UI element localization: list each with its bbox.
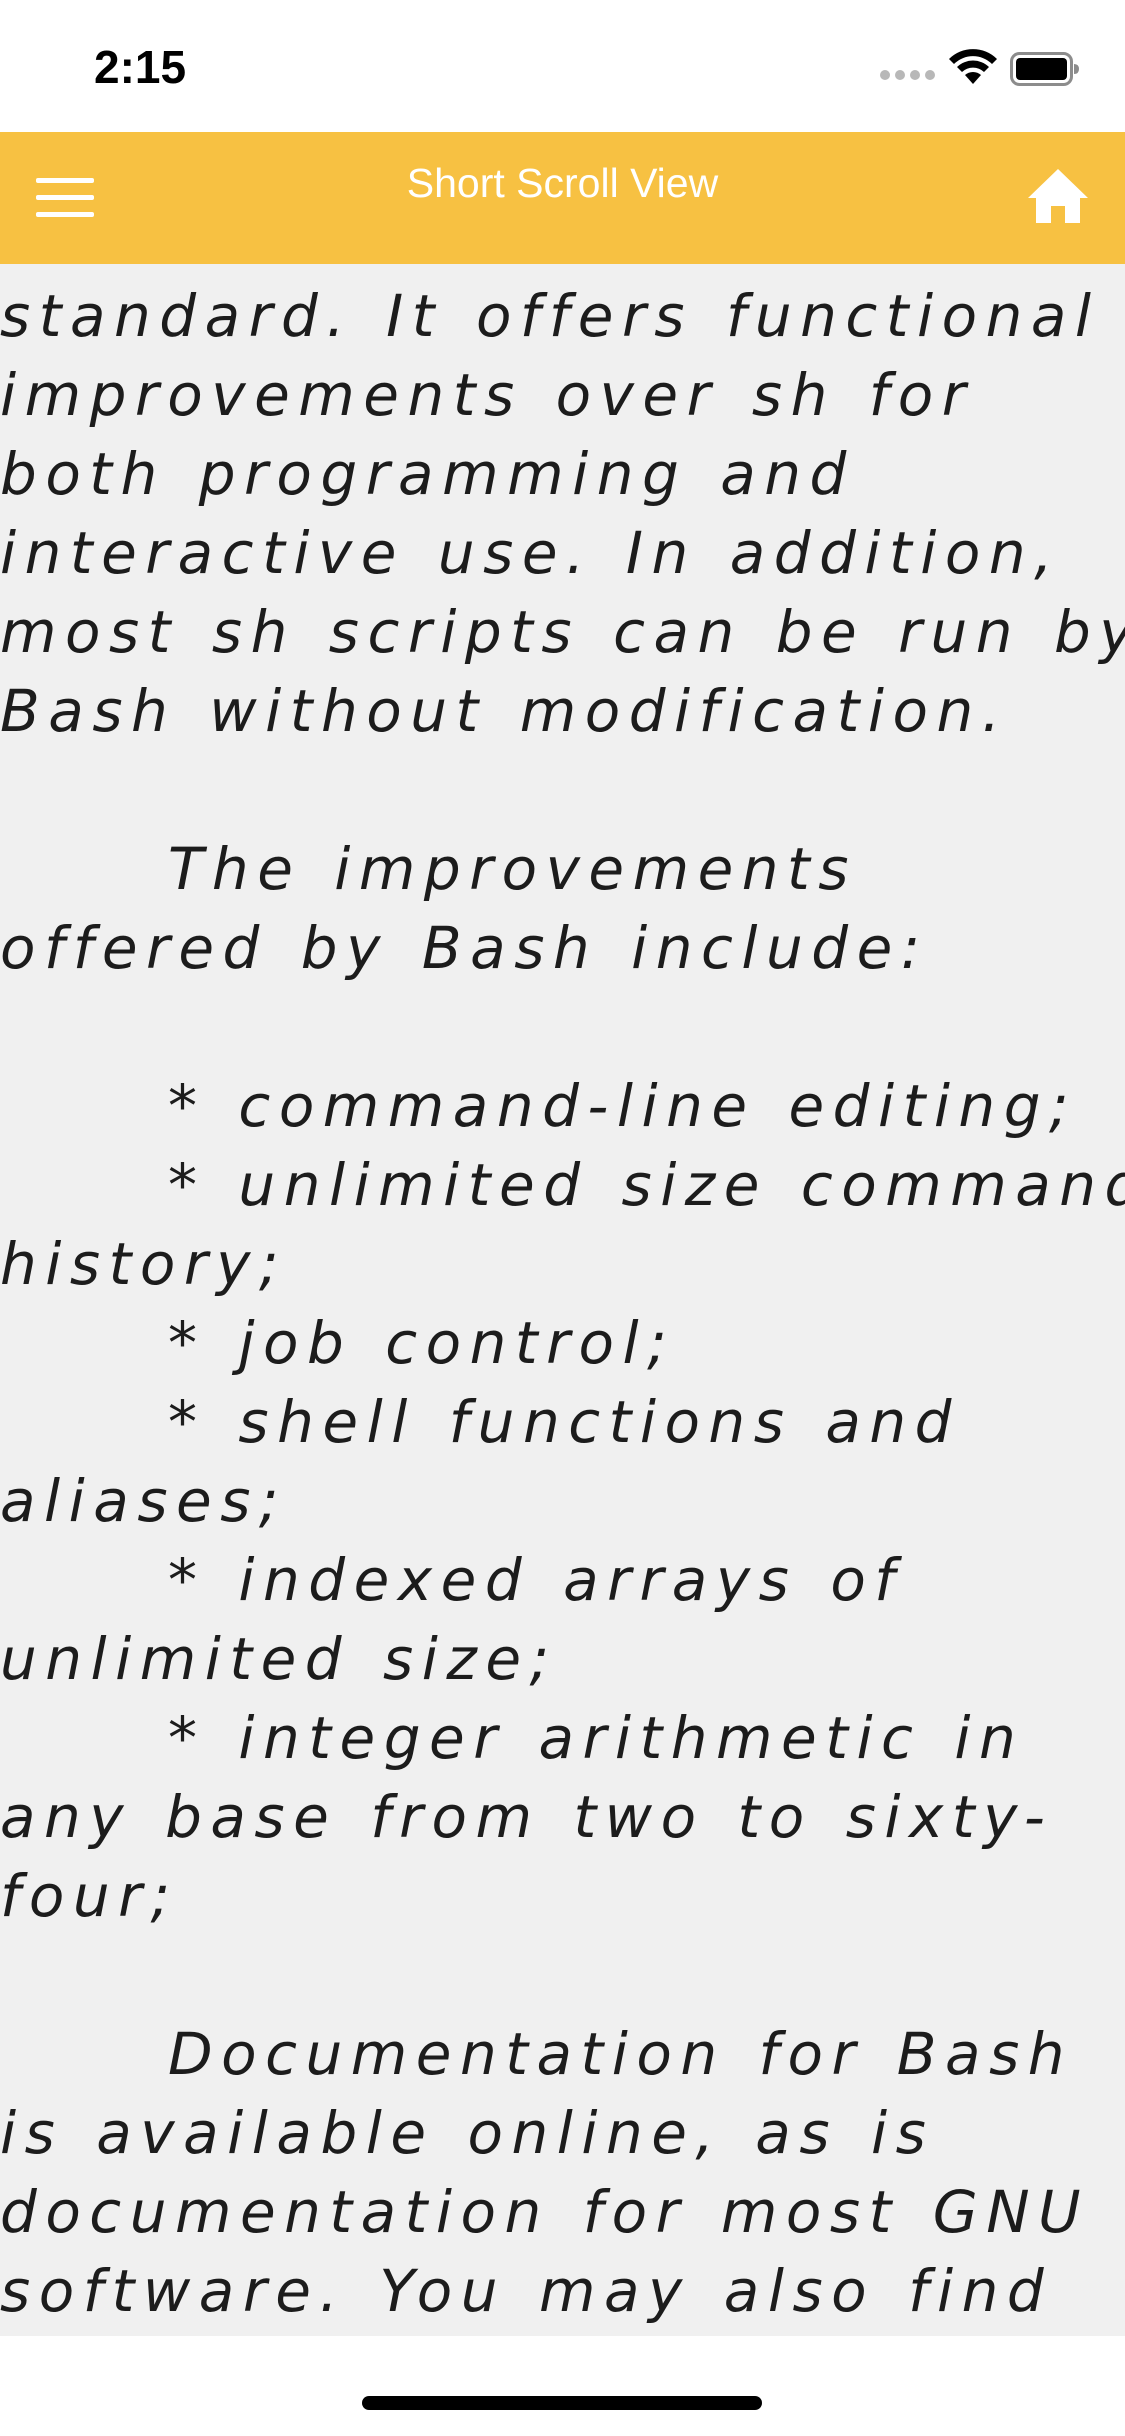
- text-line: Documentation for Bash: [168, 2020, 1074, 2088]
- home-icon[interactable]: [1026, 166, 1090, 226]
- cellular-signal-icon: [880, 70, 936, 84]
- battery-icon: [1010, 52, 1079, 86]
- text-line: any base from two to sixty-: [0, 1783, 1054, 1851]
- text-line: [0, 988, 1125, 1067]
- text-line: software. You may also find: [0, 2257, 1053, 2325]
- text-line: improvements over sh for: [0, 361, 975, 429]
- text-line: * unlimited size command: [168, 1151, 1125, 1219]
- text-line: documentation for most GNU: [0, 2178, 1090, 2246]
- text-line: history;: [0, 1230, 288, 1298]
- body-text: standard. It offers functional improvemen…: [0, 264, 1125, 2331]
- text-line: interactive use. In addition,: [0, 519, 1062, 587]
- text-line: * command-line editing;: [168, 1072, 1078, 1140]
- text-line: [0, 1936, 1125, 2015]
- text-line: most sh scripts can be run by: [0, 598, 1125, 666]
- status-time: 2:15: [94, 41, 187, 93]
- text-line: both programming and: [0, 440, 855, 508]
- text-line: offered by Bash include:: [0, 914, 929, 982]
- page-title: Short Scroll View: [406, 160, 719, 206]
- text-line: four;: [0, 1862, 179, 1930]
- text-line: is available online, as is: [0, 2099, 935, 2167]
- text-line: * integer arithmetic in: [168, 1704, 1025, 1772]
- text-line: The improvements: [168, 835, 857, 903]
- text-line: unlimited size;: [0, 1625, 558, 1693]
- wifi-icon: [949, 49, 997, 84]
- status-bar: 2:15: [0, 0, 1125, 132]
- text-line: [0, 751, 1125, 830]
- home-indicator[interactable]: [362, 2396, 762, 2410]
- scroll-view[interactable]: standard. It offers functional improvemen…: [0, 264, 1125, 2336]
- text-line: standard. It offers functional: [0, 282, 1100, 350]
- text-line: * shell functions and: [168, 1388, 960, 1456]
- text-line: * indexed arrays of: [168, 1546, 904, 1614]
- text-line: Bash without modification.: [0, 677, 1009, 745]
- text-line: aliases;: [0, 1467, 287, 1535]
- text-line: * job control;: [168, 1309, 676, 1377]
